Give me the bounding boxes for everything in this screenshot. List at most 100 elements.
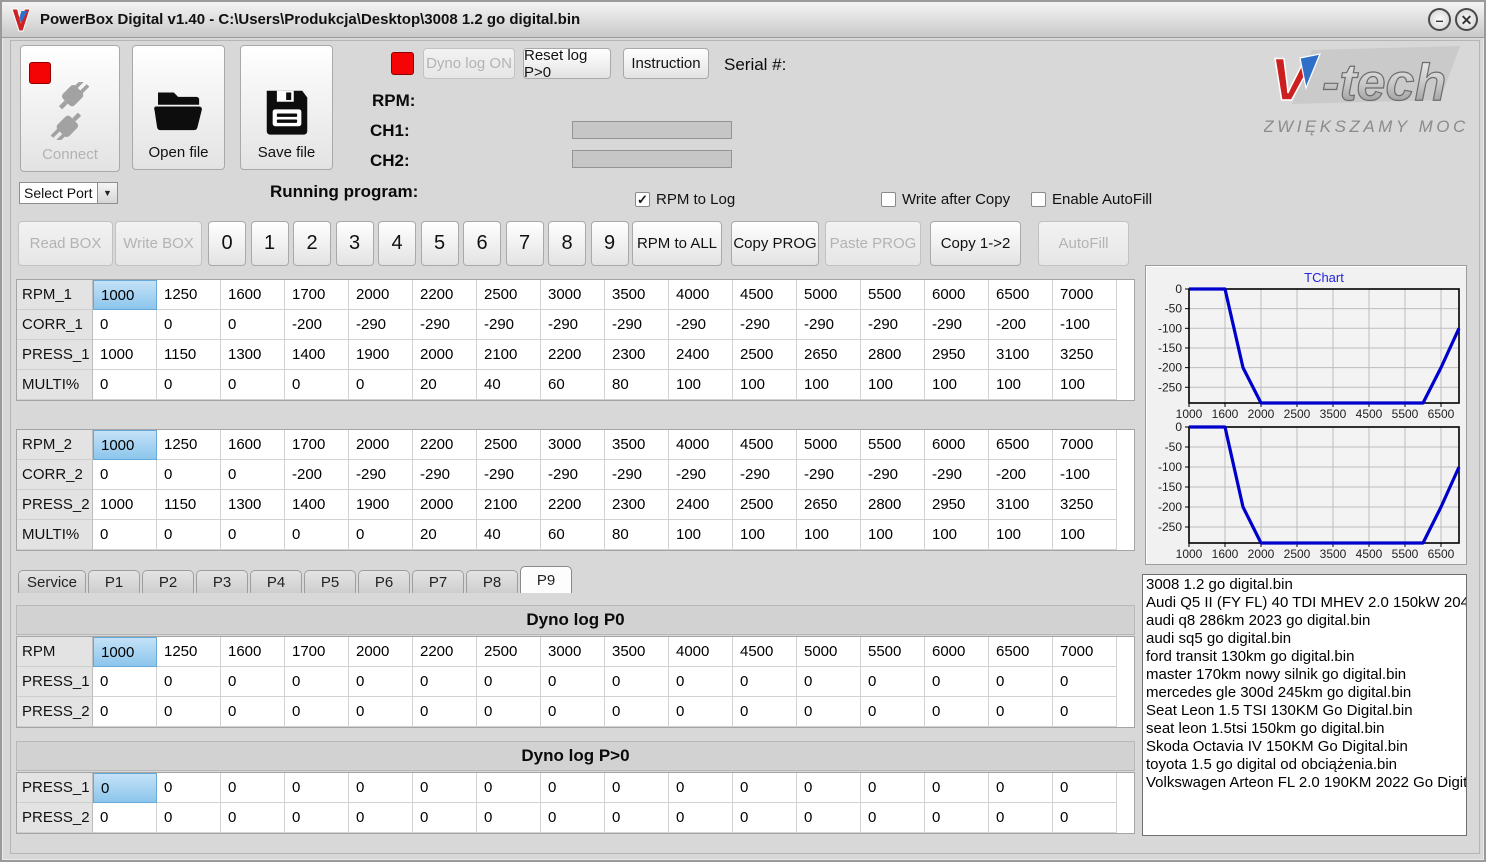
table-cell[interactable]: -290 — [413, 310, 477, 340]
list-item[interactable]: seat leon 1.5tsi 150km go digital.bin — [1146, 720, 1466, 738]
table-cell[interactable]: 2400 — [669, 490, 733, 520]
table-cell[interactable]: 0 — [349, 370, 413, 400]
table-cell[interactable]: 3000 — [541, 637, 605, 667]
list-item[interactable]: Volkswagen Arteon FL 2.0 190KM 2022 Go D… — [1146, 774, 1466, 792]
list-item[interactable]: audi sq5 go digital.bin — [1146, 630, 1466, 648]
table-cell[interactable]: 0 — [93, 520, 157, 550]
list-item[interactable]: mercedes gle 300d 245km go digital.bin — [1146, 684, 1466, 702]
table-cell[interactable]: 2200 — [413, 430, 477, 460]
table-cell[interactable]: -290 — [413, 460, 477, 490]
table-cell[interactable]: 0 — [93, 310, 157, 340]
table-cell[interactable]: 1700 — [285, 637, 349, 667]
table-cell[interactable]: 6500 — [989, 430, 1053, 460]
table-cell[interactable]: -200 — [285, 460, 349, 490]
table-cell[interactable]: 0 — [541, 667, 605, 697]
table-cell[interactable]: 0 — [1053, 697, 1117, 727]
tab-p6[interactable]: P6 — [358, 570, 411, 593]
table-cell[interactable]: 0 — [285, 520, 349, 550]
table-cell[interactable]: 0 — [541, 697, 605, 727]
table-cell[interactable]: 1400 — [285, 340, 349, 370]
table-cell[interactable]: 3500 — [605, 280, 669, 310]
table-cell[interactable]: 0 — [93, 803, 157, 833]
table-cell[interactable]: 0 — [349, 520, 413, 550]
table-cell[interactable]: 2650 — [797, 340, 861, 370]
save-file-button[interactable]: Save file — [240, 45, 333, 170]
table-cell[interactable]: 2200 — [413, 280, 477, 310]
program-3-button[interactable]: 3 — [335, 221, 374, 266]
table-cell[interactable]: 0 — [477, 667, 541, 697]
table-cell[interactable]: 0 — [1053, 667, 1117, 697]
table-cell[interactable]: -290 — [669, 460, 733, 490]
table-cell[interactable]: 0 — [285, 803, 349, 833]
table-cell[interactable]: 0 — [285, 370, 349, 400]
table-cell[interactable]: 0 — [93, 667, 157, 697]
table-cell[interactable]: -290 — [733, 310, 797, 340]
list-item[interactable]: Seat Leon 1.5 TSI 130KM Go Digital.bin — [1146, 702, 1466, 720]
table-cell[interactable]: -100 — [1053, 460, 1117, 490]
table-cell[interactable]: 0 — [157, 370, 221, 400]
table-cell[interactable]: 0 — [349, 803, 413, 833]
table-cell[interactable]: -290 — [861, 460, 925, 490]
table-cell[interactable]: -290 — [605, 460, 669, 490]
table-cell[interactable]: -200 — [285, 310, 349, 340]
table-cell[interactable]: 0 — [989, 667, 1053, 697]
table-cell[interactable]: 0 — [285, 697, 349, 727]
table-cell[interactable]: 0 — [989, 773, 1053, 803]
table-cell[interactable]: 0 — [925, 667, 989, 697]
table-cell[interactable]: 2100 — [477, 490, 541, 520]
table-cell[interactable]: 0 — [413, 803, 477, 833]
table-cell[interactable]: 0 — [1053, 803, 1117, 833]
table-cell[interactable]: 0 — [861, 773, 925, 803]
program-9-button[interactable]: 9 — [590, 221, 629, 266]
table-cell[interactable]: 0 — [349, 773, 413, 803]
table-cell[interactable]: 100 — [1053, 370, 1117, 400]
table-cell[interactable]: 0 — [157, 667, 221, 697]
table-cell[interactable]: 0 — [797, 773, 861, 803]
program-5-button[interactable]: 5 — [420, 221, 459, 266]
table-cell[interactable]: 1000 — [93, 430, 157, 460]
table-cell[interactable]: -290 — [349, 310, 413, 340]
list-item[interactable]: 3008 1.2 go digital.bin — [1146, 576, 1466, 594]
table-cell[interactable]: -290 — [797, 460, 861, 490]
table-cell[interactable]: -290 — [541, 310, 605, 340]
table-cell[interactable]: 0 — [93, 370, 157, 400]
tab-p9[interactable]: P9 — [520, 566, 573, 593]
copy-prog-button[interactable]: Copy PROG — [731, 221, 819, 266]
table-cell[interactable]: 0 — [669, 697, 733, 727]
table-cell[interactable]: 100 — [989, 370, 1053, 400]
table-cell[interactable]: 2200 — [413, 637, 477, 667]
read-box-button[interactable]: Read BOX — [18, 221, 113, 266]
table-cell[interactable]: 2650 — [797, 490, 861, 520]
table-cell[interactable]: 1700 — [285, 430, 349, 460]
table-cell[interactable]: 1150 — [157, 340, 221, 370]
table-cell[interactable]: 0 — [989, 803, 1053, 833]
table-cell[interactable]: 5500 — [861, 637, 925, 667]
table-cell[interactable]: 100 — [733, 370, 797, 400]
table-cell[interactable]: 3500 — [605, 637, 669, 667]
select-port-combobox[interactable]: Select Port ▼ — [19, 182, 118, 204]
table-cell[interactable]: 1600 — [221, 637, 285, 667]
table-cell[interactable]: 2000 — [349, 430, 413, 460]
table-cell[interactable]: 4500 — [733, 430, 797, 460]
list-item[interactable]: master 170km nowy silnik go digital.bin — [1146, 666, 1466, 684]
table-cell[interactable]: 100 — [797, 520, 861, 550]
table-cell[interactable]: 0 — [413, 773, 477, 803]
table-cell[interactable]: 1700 — [285, 280, 349, 310]
table-cell[interactable]: 2000 — [349, 280, 413, 310]
table-cell[interactable]: 2800 — [861, 490, 925, 520]
table-cell[interactable]: -290 — [733, 460, 797, 490]
table-cell[interactable]: 4500 — [733, 637, 797, 667]
table-cell[interactable]: 1000 — [93, 340, 157, 370]
table-cell[interactable]: -290 — [861, 310, 925, 340]
table-cell[interactable]: 2950 — [925, 340, 989, 370]
table-cell[interactable]: 40 — [477, 370, 541, 400]
table-cell[interactable]: 0 — [797, 697, 861, 727]
table-cell[interactable]: 2000 — [413, 340, 477, 370]
table-cell[interactable]: 2500 — [733, 490, 797, 520]
table-cell[interactable]: 0 — [477, 773, 541, 803]
table-cell[interactable]: 0 — [285, 773, 349, 803]
table-cell[interactable]: 100 — [1053, 520, 1117, 550]
table-cell[interactable]: 1250 — [157, 430, 221, 460]
minimize-button[interactable]: – — [1428, 8, 1451, 31]
table-cell[interactable]: 3000 — [541, 280, 605, 310]
